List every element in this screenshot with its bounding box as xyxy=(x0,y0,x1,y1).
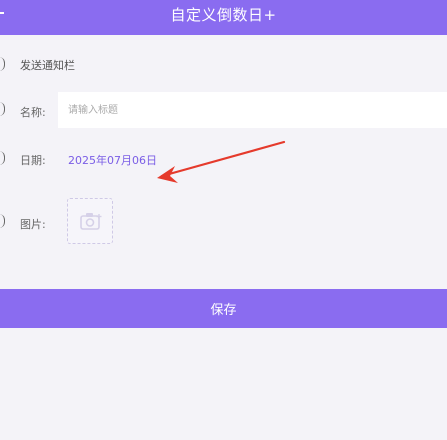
image-upload[interactable] xyxy=(67,198,113,244)
notify-label: 发送通知栏 xyxy=(20,59,75,72)
date-row-icon xyxy=(0,151,5,165)
camera-icon xyxy=(80,213,102,230)
name-row-icon xyxy=(0,102,5,116)
page-title: 自定义倒数日+ xyxy=(170,6,277,24)
name-label: 名称: xyxy=(20,106,46,119)
date-value[interactable]: 2025年07月06日 xyxy=(68,152,157,168)
date-label: 日期: xyxy=(20,154,46,167)
image-row-icon xyxy=(0,214,5,228)
name-input[interactable] xyxy=(58,92,447,128)
app-header: 自定义倒数日+ xyxy=(0,0,447,35)
save-button[interactable]: 保存 xyxy=(0,289,447,328)
image-label: 图片: xyxy=(20,218,46,231)
notify-toggle-icon[interactable] xyxy=(0,57,5,71)
